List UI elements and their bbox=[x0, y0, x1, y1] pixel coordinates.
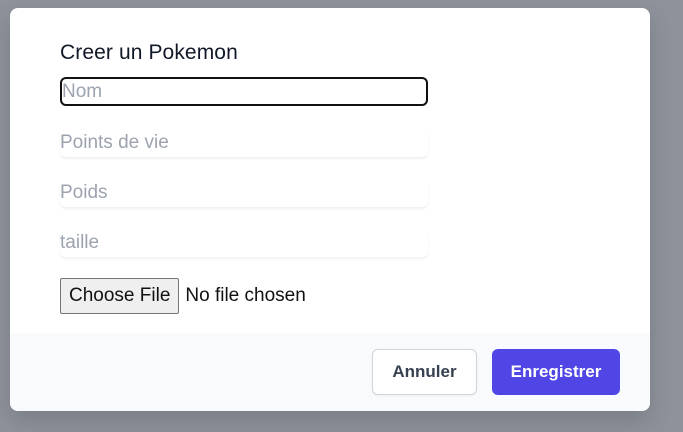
modal-title: Creer un Pokemon bbox=[60, 41, 238, 64]
name-input[interactable] bbox=[60, 77, 428, 106]
hit-points-input[interactable] bbox=[60, 129, 428, 158]
height-input[interactable] bbox=[60, 229, 428, 258]
modal-footer: Annuler Enregistrer bbox=[10, 333, 650, 411]
weight-input[interactable] bbox=[60, 179, 428, 208]
file-picker: Choose File No file chosen bbox=[60, 278, 306, 314]
cancel-button[interactable]: Annuler bbox=[372, 349, 477, 395]
create-pokemon-modal: Creer un Pokemon Choose File No file cho… bbox=[10, 8, 650, 411]
file-status-text: No file chosen bbox=[185, 285, 306, 306]
save-button[interactable]: Enregistrer bbox=[492, 349, 620, 395]
choose-file-button[interactable]: Choose File bbox=[60, 278, 180, 314]
